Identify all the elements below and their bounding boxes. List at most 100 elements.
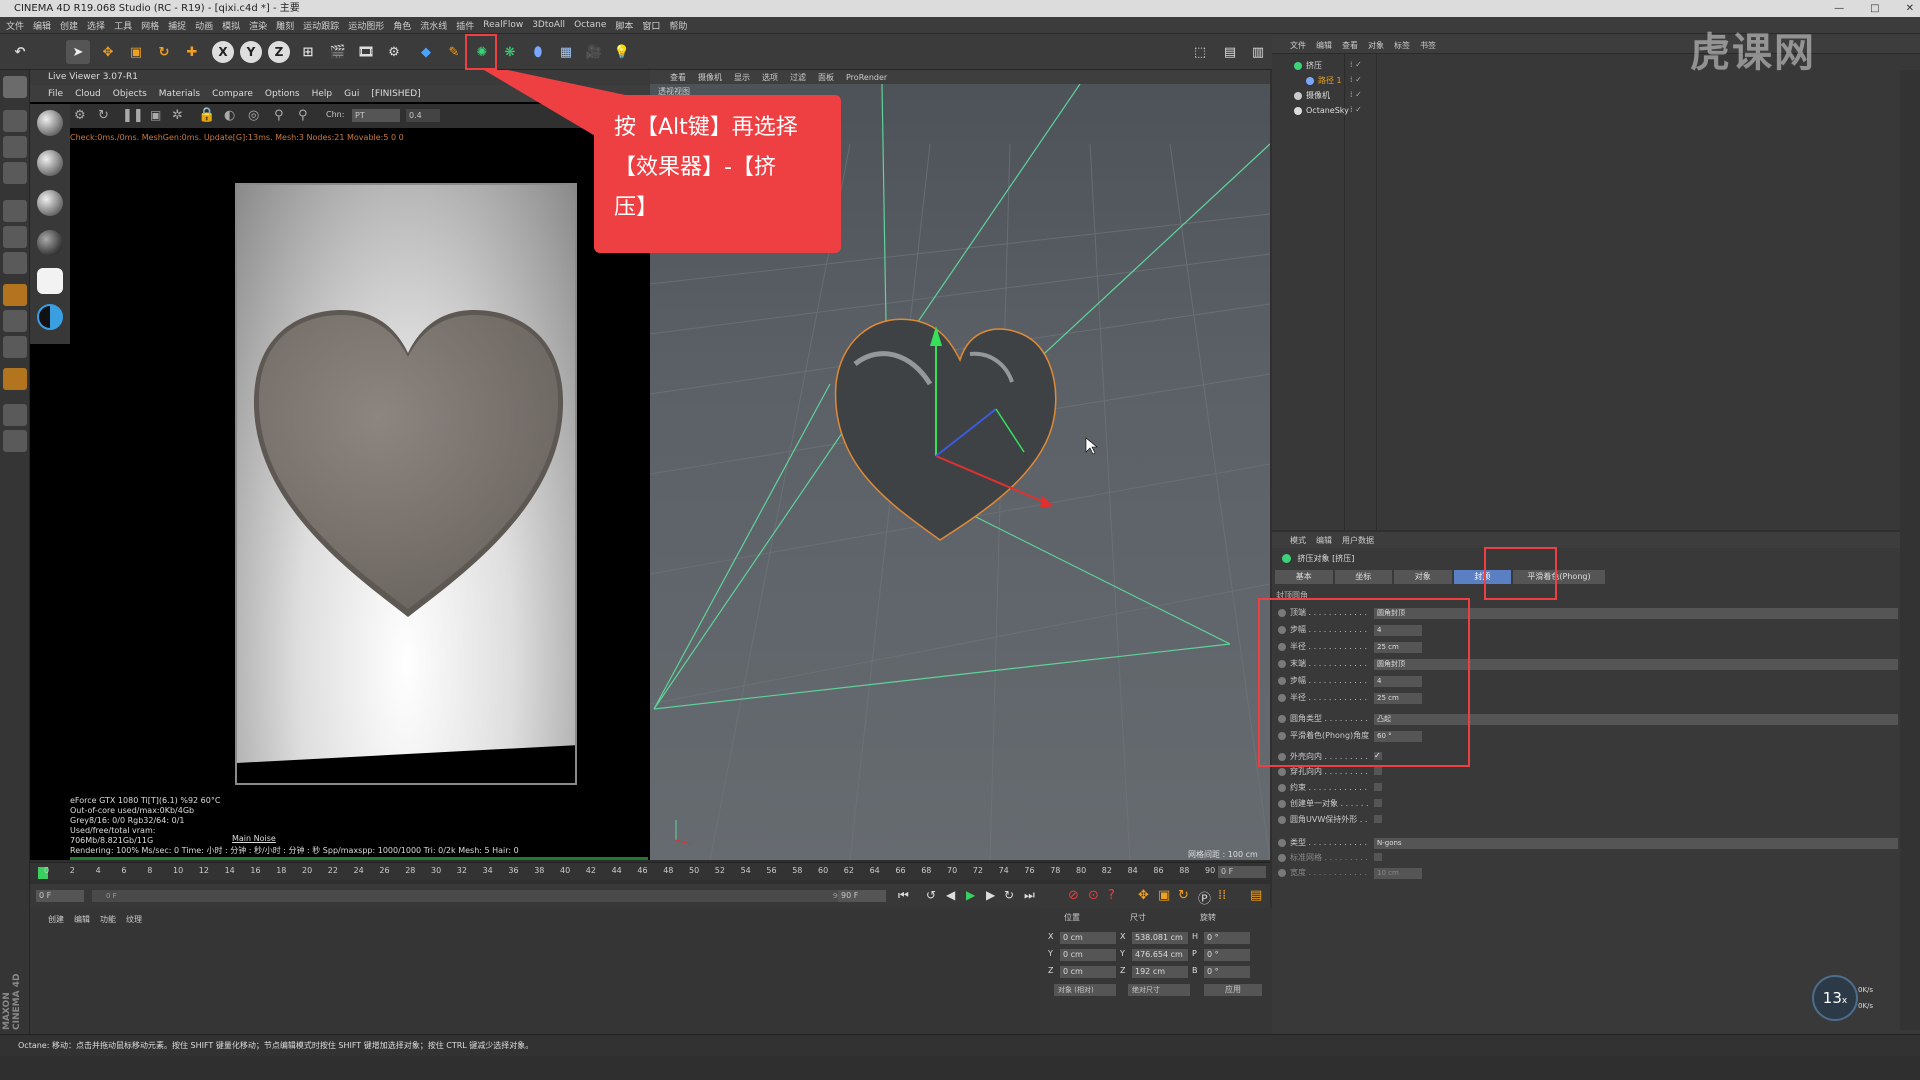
object-manager-menu-item[interactable]: 文件 xyxy=(1290,40,1306,51)
lock-icon[interactable]: 🔒 xyxy=(198,107,215,123)
start-frame-field[interactable]: 0 F xyxy=(36,890,84,902)
viewport-menu-item[interactable]: 显示 xyxy=(734,72,750,83)
main-noise-tab[interactable]: Main Noise xyxy=(232,834,276,843)
position-field[interactable]: 0 cm xyxy=(1060,932,1116,944)
attribute-checkbox[interactable] xyxy=(1374,783,1382,791)
autokey-icon[interactable]: ⊙ xyxy=(1088,888,1099,903)
prev-key-icon[interactable]: ↺ xyxy=(926,888,936,902)
goto-end-icon[interactable]: ⏭ xyxy=(1024,888,1035,903)
loop-icon[interactable]: ↻ xyxy=(1004,888,1014,902)
tab-1[interactable]: 坐标 xyxy=(1334,570,1392,584)
menu-item[interactable]: 动画 xyxy=(195,19,213,32)
size-mode-select[interactable]: 绝对尺寸 xyxy=(1128,984,1190,996)
octane-sky-icon[interactable] xyxy=(37,304,63,330)
live-viewer-menu-item[interactable]: File xyxy=(48,89,63,99)
play-icon[interactable]: ▶ xyxy=(966,888,975,902)
maximize-button[interactable]: □ xyxy=(1870,0,1879,17)
preview-range-slider[interactable]: 0 F 90 F xyxy=(92,890,854,902)
live-viewer-menu-item[interactable]: Materials xyxy=(159,89,200,99)
scale-tool-icon[interactable]: ▣ xyxy=(124,40,148,64)
minimize-button[interactable]: — xyxy=(1834,0,1844,17)
z-axis-button[interactable]: Z xyxy=(268,41,290,63)
material-menu-item[interactable]: 功能 xyxy=(100,914,116,925)
live-viewer-menu-item[interactable]: Help xyxy=(312,89,333,99)
edges-mode-icon[interactable] xyxy=(3,226,27,248)
menu-item[interactable]: 模拟 xyxy=(222,19,240,32)
key-scale-icon[interactable]: ▣ xyxy=(1158,888,1170,903)
rotation-field[interactable]: 0 ° xyxy=(1204,932,1250,944)
animation-dot-icon[interactable] xyxy=(1278,838,1286,847)
rotate-tool-icon[interactable]: ↻ xyxy=(152,40,176,64)
transform-tool-icon[interactable]: ✚ xyxy=(180,40,204,64)
texture-mode-icon[interactable] xyxy=(3,136,27,158)
menu-item[interactable]: 运动图形 xyxy=(348,19,384,32)
viewport-menu-item[interactable]: 查看 xyxy=(670,72,686,83)
object-visibility-icon[interactable]: ⁞ ✓ xyxy=(1350,105,1362,114)
key-param-icon[interactable]: Ⓟ xyxy=(1198,888,1211,907)
clay-mode-icon[interactable]: ◐ xyxy=(224,108,235,123)
object-manager-menu-item[interactable]: 对象 xyxy=(1368,40,1384,51)
attribute-menu-item[interactable]: 模式 xyxy=(1290,535,1306,546)
viewport-menu-item[interactable]: 面板 xyxy=(818,72,834,83)
move-tool-icon[interactable]: ✥ xyxy=(96,40,120,64)
rotation-field[interactable]: 0 ° xyxy=(1204,949,1250,961)
attribute-menu-item[interactable]: 编辑 xyxy=(1316,535,1332,546)
viewport-menu-item[interactable]: 过滤 xyxy=(790,72,806,83)
timeline-icon[interactable]: ▤ xyxy=(1250,888,1262,903)
object-visibility-icon[interactable]: ⁞ ✓ xyxy=(1350,75,1362,84)
zoom-field[interactable]: 0.4 xyxy=(406,109,440,122)
next-frame-icon[interactable]: ▶ xyxy=(986,888,995,902)
menu-item[interactable]: 运动跟踪 xyxy=(303,19,339,32)
current-frame-field[interactable]: 0 F xyxy=(1218,866,1266,878)
octane-logo-icon[interactable] xyxy=(3,76,27,98)
tweak-mode-icon[interactable] xyxy=(3,310,27,332)
tab-2[interactable]: 对象 xyxy=(1394,570,1452,584)
menu-item[interactable]: 脚本 xyxy=(615,19,633,32)
spline-pen-icon[interactable]: ✎ xyxy=(442,40,466,64)
tab-0[interactable]: 基本 xyxy=(1275,570,1333,584)
deformer-icon[interactable]: ⬮ xyxy=(526,40,550,64)
model-mode-icon[interactable] xyxy=(3,110,27,132)
live-viewer-menu-item[interactable]: Compare xyxy=(212,89,253,99)
attribute-checkbox[interactable] xyxy=(1374,767,1382,775)
menu-item[interactable]: 渲染 xyxy=(249,19,267,32)
position-field[interactable]: 0 cm xyxy=(1060,966,1116,978)
pause-icon[interactable]: ❚❚ xyxy=(122,108,144,123)
size-field[interactable]: 192 cm xyxy=(1132,966,1188,978)
menu-item[interactable]: 选择 xyxy=(87,19,105,32)
coordinate-mode-select[interactable]: 对象 (相对) xyxy=(1054,984,1116,996)
render-picture-viewer-icon[interactable]: 🎞 xyxy=(354,40,378,64)
menu-item[interactable]: 3DtoAll xyxy=(532,20,565,30)
settings-icon[interactable]: ⚙ xyxy=(74,108,86,123)
area-light-icon[interactable] xyxy=(37,268,63,294)
keyframe-selection-icon[interactable]: ? xyxy=(1108,888,1115,903)
key-pla-icon[interactable]: ⁞⁞ xyxy=(1218,888,1226,903)
close-button[interactable]: ✕ xyxy=(1906,0,1914,17)
lock-workplane-icon[interactable] xyxy=(3,404,27,426)
render-settings-icon[interactable]: ⚙ xyxy=(382,40,406,64)
menu-item[interactable]: Octane xyxy=(574,20,606,30)
menu-item[interactable]: 捕捉 xyxy=(168,19,186,32)
object-manager-menu-item[interactable]: 编辑 xyxy=(1316,40,1332,51)
live-viewer-menu-item[interactable]: Objects xyxy=(113,89,147,99)
live-viewer-menu-item[interactable]: [FINISHED] xyxy=(371,89,420,99)
rotation-field[interactable]: 0 ° xyxy=(1204,966,1250,978)
undo-icon[interactable]: ↶ xyxy=(8,40,32,64)
menu-item[interactable]: 流水线 xyxy=(420,19,447,32)
material-menu-item[interactable]: 创建 xyxy=(48,914,64,925)
menu-item[interactable]: 工具 xyxy=(114,19,132,32)
menu-item[interactable]: 插件 xyxy=(456,19,474,32)
menu-item[interactable]: 窗口 xyxy=(642,19,660,32)
points-mode-icon[interactable] xyxy=(3,200,27,222)
restart-icon[interactable]: ↻ xyxy=(98,108,109,123)
channel-select[interactable]: PT xyxy=(352,109,400,122)
pick-material-icon[interactable]: ◎ xyxy=(248,108,259,123)
object-manager-menu-item[interactable]: 标签 xyxy=(1394,40,1410,51)
viewport-menu-item[interactable]: 摄像机 xyxy=(698,72,722,83)
material-sphere-icon[interactable] xyxy=(37,190,63,216)
live-viewer-menu-item[interactable]: Cloud xyxy=(75,89,101,99)
coordinate-system-icon[interactable]: ⊞ xyxy=(296,40,320,64)
attribute-menu-item[interactable]: 用户数据 xyxy=(1342,535,1374,546)
camera-icon[interactable]: 🎥 xyxy=(582,40,606,64)
object-row[interactable]: OctaneSky xyxy=(1282,105,1349,117)
